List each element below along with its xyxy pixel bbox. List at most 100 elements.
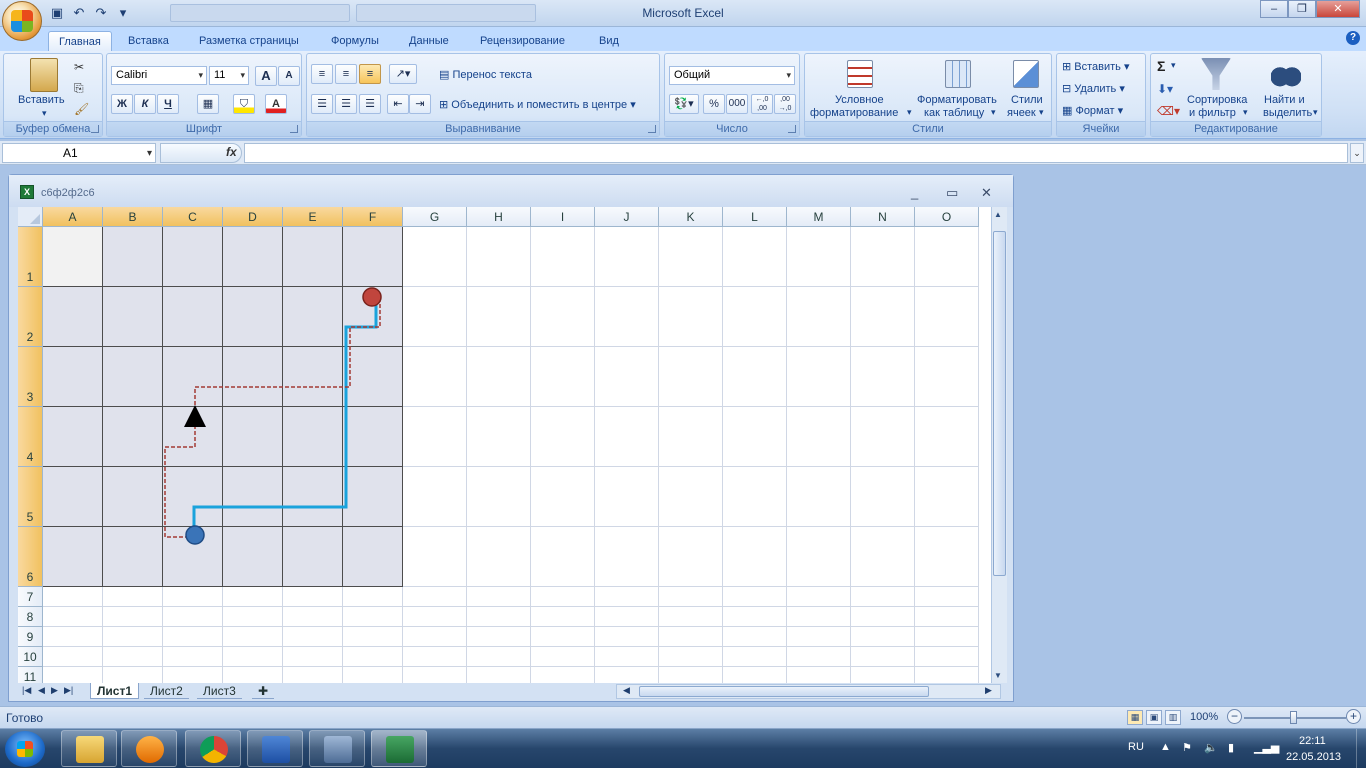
cell-c9[interactable] <box>163 627 223 647</box>
cell-m11[interactable] <box>787 667 851 684</box>
cell-o3[interactable] <box>915 347 979 407</box>
cell-n8[interactable] <box>851 607 915 627</box>
align-bottom-icon[interactable]: ≡ <box>359 64 381 84</box>
row-header-10[interactable]: 10 <box>18 647 43 667</box>
cell-k4[interactable] <box>659 407 723 467</box>
show-desktop-button[interactable] <box>1356 729 1366 768</box>
cell-n9[interactable] <box>851 627 915 647</box>
row-header-7[interactable]: 7 <box>18 587 43 607</box>
font-name-combo[interactable]: Calibri <box>111 66 207 85</box>
action-center-icon[interactable]: ⚑ <box>1182 741 1192 754</box>
cell-k8[interactable] <box>659 607 723 627</box>
cut-icon[interactable]: ✂ <box>74 60 84 74</box>
row-header-11[interactable]: 11 <box>18 667 43 684</box>
cell-o5[interactable] <box>915 467 979 527</box>
cell-i3[interactable] <box>531 347 595 407</box>
zoom-level[interactable]: 100% <box>1190 711 1218 723</box>
cell-j2[interactable] <box>595 287 659 347</box>
insert-function-button[interactable]: fx <box>226 145 237 159</box>
cell-d8[interactable] <box>223 607 283 627</box>
cell-f2[interactable] <box>343 287 403 347</box>
merge-center-button[interactable]: ⊞ Объединить и поместить в центре ▾ <box>439 98 636 111</box>
cell-f3[interactable] <box>343 347 403 407</box>
cell-n6[interactable] <box>851 527 915 587</box>
grow-font-button[interactable]: A <box>255 66 277 86</box>
cell-a10[interactable] <box>43 647 103 667</box>
cell-m2[interactable] <box>787 287 851 347</box>
cell-h4[interactable] <box>467 407 531 467</box>
cell-l10[interactable] <box>723 647 787 667</box>
increase-decimal-button[interactable]: ←,0 ,00 <box>751 94 773 114</box>
cell-f8[interactable] <box>343 607 403 627</box>
scroll-left-icon[interactable]: ◀ <box>623 685 630 696</box>
close-button[interactable]: ✕ <box>1316 0 1360 18</box>
cell-l8[interactable] <box>723 607 787 627</box>
column-header-a[interactable]: A <box>43 207 103 227</box>
page-break-view-icon[interactable]: ▥ <box>1165 710 1181 725</box>
cell-g9[interactable] <box>403 627 467 647</box>
align-center-icon[interactable]: ☰ <box>335 94 357 114</box>
sheet-tab-1[interactable]: Лист1 <box>90 683 140 699</box>
cell-l9[interactable] <box>723 627 787 647</box>
cell-styles-icon[interactable] <box>1013 60 1039 88</box>
format-cells-button[interactable]: ▦ Формат ▾ <box>1062 104 1123 117</box>
cell-a8[interactable] <box>43 607 103 627</box>
expand-formula-bar-icon[interactable]: ⌄ <box>1350 143 1364 163</box>
zoom-out-icon[interactable]: − <box>1227 709 1242 724</box>
input-language[interactable]: RU <box>1128 741 1144 753</box>
tab-formulas[interactable]: Формулы <box>321 31 389 51</box>
help-icon[interactable]: ? <box>1346 31 1360 45</box>
scroll-down-icon[interactable]: ▼ <box>994 671 1002 680</box>
spreadsheet-grid[interactable]: A B C D E F G H I J K L M N O 1 2 3 4 5 6 7 8 9 10 11 <box>18 207 991 684</box>
cell-b4[interactable] <box>103 407 163 467</box>
select-all-button[interactable] <box>18 207 43 227</box>
alignment-launcher-icon[interactable] <box>648 125 656 133</box>
cell-d6[interactable] <box>223 527 283 587</box>
autosum-button[interactable]: Σ <box>1157 58 1165 74</box>
cell-j3[interactable] <box>595 347 659 407</box>
cell-i2[interactable] <box>531 287 595 347</box>
column-header-g[interactable]: G <box>403 207 467 227</box>
cell-l3[interactable] <box>723 347 787 407</box>
cell-d1[interactable] <box>223 227 283 287</box>
cell-d11[interactable] <box>223 667 283 684</box>
cell-j1[interactable] <box>595 227 659 287</box>
tab-data[interactable]: Данные <box>399 31 459 51</box>
cell-i4[interactable] <box>531 407 595 467</box>
underline-button[interactable]: Ч <box>157 94 179 114</box>
cell-e6[interactable] <box>283 527 343 587</box>
delete-cells-button[interactable]: ⊟ Удалить ▾ <box>1062 82 1125 95</box>
cell-n2[interactable] <box>851 287 915 347</box>
column-header-d[interactable]: D <box>223 207 283 227</box>
cell-h7[interactable] <box>467 587 531 607</box>
cell-j8[interactable] <box>595 607 659 627</box>
taskbar-chrome[interactable] <box>185 730 241 767</box>
sheet-tab-2[interactable]: Лист2 <box>144 683 189 699</box>
cell-m10[interactable] <box>787 647 851 667</box>
zoom-in-icon[interactable]: + <box>1346 709 1361 724</box>
wrap-text-button[interactable]: ▤ Перенос текста <box>439 68 532 81</box>
cell-i5[interactable] <box>531 467 595 527</box>
cell-c5[interactable] <box>163 467 223 527</box>
cell-g10[interactable] <box>403 647 467 667</box>
column-header-o[interactable]: O <box>915 207 979 227</box>
cell-j9[interactable] <box>595 627 659 647</box>
align-left-icon[interactable]: ☰ <box>311 94 333 114</box>
cell-e9[interactable] <box>283 627 343 647</box>
horizontal-scrollbar[interactable]: ◀ ▶ <box>616 684 1001 699</box>
cell-j6[interactable] <box>595 527 659 587</box>
clock-time[interactable]: 22:11 <box>1299 735 1326 747</box>
row-header-1[interactable]: 1 <box>18 227 43 287</box>
currency-icon[interactable]: 💱▾ <box>669 94 699 114</box>
cell-b6[interactable] <box>103 527 163 587</box>
align-top-icon[interactable]: ≡ <box>311 64 333 84</box>
insert-sheet-icon[interactable]: ✚ <box>252 683 275 699</box>
cell-styles-line2[interactable]: ячеек <box>1007 107 1036 119</box>
cell-d7[interactable] <box>223 587 283 607</box>
cell-l2[interactable] <box>723 287 787 347</box>
cell-o10[interactable] <box>915 647 979 667</box>
taskbar-excel[interactable] <box>371 730 427 767</box>
row-header-4[interactable]: 4 <box>18 407 43 467</box>
cell-l5[interactable] <box>723 467 787 527</box>
volume-icon[interactable]: 🔈 <box>1204 741 1218 754</box>
